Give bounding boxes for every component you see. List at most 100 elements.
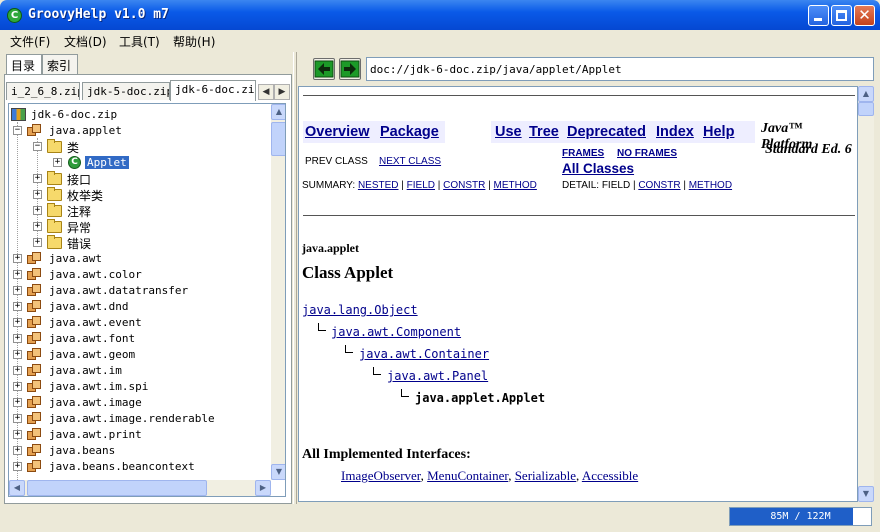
detail-constr-link[interactable]: CONSTR <box>638 180 680 191</box>
hierarchy-container-link[interactable]: java.awt.Container <box>359 347 489 361</box>
detail-method-link[interactable]: METHOD <box>689 180 732 191</box>
scroll-down-icon[interactable]: ▼ <box>271 464 285 480</box>
expand-icon[interactable]: + <box>13 286 22 295</box>
tree-package[interactable]: + java.awt.geom <box>9 347 271 363</box>
no-frames-link[interactable]: NO FRAMES <box>617 148 677 159</box>
tab-scroll-right-icon[interactable]: ▶ <box>274 84 290 100</box>
scroll-left-icon[interactable]: ◀ <box>9 480 25 496</box>
hierarchy-object-link[interactable]: java.lang.Object <box>302 303 418 317</box>
tree-vertical-scrollbar[interactable]: ▲ ▼ <box>271 104 285 480</box>
doc-tab-jdk6[interactable]: jdk-6-doc.zip <box>170 80 256 101</box>
expand-icon[interactable]: + <box>13 382 22 391</box>
expand-icon[interactable]: + <box>13 446 22 455</box>
menu-file[interactable]: 文件(F) <box>10 33 50 50</box>
summary-nested-link[interactable]: NESTED <box>358 180 399 191</box>
tab-contents[interactable]: 目录 <box>6 54 42 75</box>
nav-help-link[interactable]: Help <box>703 124 734 140</box>
scroll-up-icon[interactable]: ▲ <box>858 86 874 102</box>
tree-category-annotations[interactable]: + 注释 <box>9 203 271 219</box>
tree-package[interactable]: + java.awt.print <box>9 427 271 443</box>
expand-icon[interactable]: + <box>33 238 42 247</box>
summary-constr-link[interactable]: CONSTR <box>443 180 485 191</box>
scroll-down-icon[interactable]: ▼ <box>858 486 874 502</box>
nav-overview-link[interactable]: Overview <box>305 124 370 140</box>
nav-package-link[interactable]: Package <box>380 124 439 140</box>
collapse-icon[interactable]: − <box>13 126 22 135</box>
expand-icon[interactable]: + <box>13 430 22 439</box>
tree-root[interactable]: jdk-6-doc.zip <box>9 107 271 123</box>
interface-serializable-link[interactable]: Serializable <box>515 468 576 483</box>
forward-button[interactable] <box>339 58 361 80</box>
tree-package[interactable]: + java.awt.color <box>9 267 271 283</box>
tree-package[interactable]: + java.awt.dnd <box>9 299 271 315</box>
panel-splitter[interactable] <box>293 52 297 504</box>
tab-index[interactable]: 索引 <box>42 54 78 74</box>
nav-tree-link[interactable]: Tree <box>529 124 559 140</box>
tree-package[interactable]: + java.awt.font <box>9 331 271 347</box>
tree-category-interfaces[interactable]: + 接口 <box>9 171 271 187</box>
tree-category-exceptions[interactable]: + 异常 <box>9 219 271 235</box>
title-bar[interactable]: C GroovyHelp v1.0 m7 ✕ <box>0 0 880 30</box>
expand-icon[interactable]: + <box>13 414 22 423</box>
tree-package[interactable]: + java.awt.event <box>9 315 271 331</box>
interface-menucontainer-link[interactable]: MenuContainer <box>427 468 508 483</box>
tree-horizontal-scrollbar[interactable]: ◀ ▶ <box>9 480 271 496</box>
menu-document[interactable]: 文档(D) <box>64 33 107 50</box>
tree-package[interactable]: + java.awt <box>9 251 271 267</box>
summary-method-link[interactable]: METHOD <box>494 180 537 191</box>
expand-icon[interactable]: + <box>13 270 22 279</box>
package-tree[interactable]: jdk-6-doc.zip − java.applet − 类 + C Appl… <box>8 103 286 497</box>
tree-package[interactable]: + java.beans <box>9 443 271 459</box>
tree-package-expanded[interactable]: − java.applet <box>9 123 271 139</box>
menu-tools[interactable]: 工具(T) <box>119 33 160 50</box>
document-vertical-scrollbar[interactable]: ▲ ▼ <box>858 86 874 502</box>
tree-category-classes[interactable]: − 类 <box>9 139 271 155</box>
expand-icon[interactable]: + <box>13 366 22 375</box>
expand-icon[interactable]: + <box>33 174 42 183</box>
expand-icon[interactable]: + <box>13 254 22 263</box>
minimize-button[interactable] <box>808 5 829 26</box>
scrollbar-thumb[interactable] <box>27 480 207 496</box>
expand-icon[interactable]: + <box>13 334 22 343</box>
expand-icon[interactable]: + <box>13 350 22 359</box>
nav-index-link[interactable]: Index <box>656 124 694 140</box>
summary-field-link[interactable]: FIELD <box>407 180 435 191</box>
expand-icon[interactable]: + <box>33 190 42 199</box>
expand-icon[interactable]: + <box>13 318 22 327</box>
tree-package[interactable]: + java.beans.beancontext <box>9 459 271 475</box>
memory-indicator[interactable]: 85M / 122M <box>729 507 872 526</box>
expand-icon[interactable]: + <box>13 302 22 311</box>
tree-package[interactable]: + java.awt.im <box>9 363 271 379</box>
interface-accessible-link[interactable]: Accessible <box>582 468 638 483</box>
hierarchy-panel-link[interactable]: java.awt.Panel <box>387 369 488 383</box>
expand-icon[interactable]: + <box>53 158 62 167</box>
expand-icon[interactable]: + <box>33 222 42 231</box>
scroll-up-icon[interactable]: ▲ <box>271 104 285 120</box>
address-field[interactable]: doc://jdk-6-doc.zip/java/applet/Applet <box>366 57 874 81</box>
expand-icon[interactable]: + <box>13 462 22 471</box>
tree-category-errors[interactable]: + 错误 <box>9 235 271 251</box>
hierarchy-component-link[interactable]: java.awt.Component <box>331 325 461 339</box>
tree-package[interactable]: + java.awt.image <box>9 395 271 411</box>
tab-scroll-left-icon[interactable]: ◀ <box>258 84 274 100</box>
all-classes-link[interactable]: All Classes <box>562 161 634 176</box>
expand-icon[interactable]: + <box>13 398 22 407</box>
scroll-right-icon[interactable]: ▶ <box>255 480 271 496</box>
doc-tab-jdk5[interactable]: jdk-5-doc.zip <box>82 82 170 100</box>
next-class-link[interactable]: NEXT CLASS <box>379 156 441 167</box>
tree-package[interactable]: + java.awt.im.spi <box>9 379 271 395</box>
doc-tab-groovy[interactable]: i_2_6_8.zip <box>6 82 80 100</box>
scrollbar-thumb[interactable] <box>858 102 874 116</box>
tree-class-selected[interactable]: + C Applet <box>9 155 271 171</box>
tree-category-enums[interactable]: + 枚举类 <box>9 187 271 203</box>
back-button[interactable] <box>313 58 335 80</box>
collapse-icon[interactable]: − <box>33 142 42 151</box>
menu-help[interactable]: 帮助(H) <box>173 33 215 50</box>
nav-use-link[interactable]: Use <box>495 124 522 140</box>
tree-package[interactable]: + java.awt.datatransfer <box>9 283 271 299</box>
expand-icon[interactable]: + <box>33 206 42 215</box>
frames-link[interactable]: FRAMES <box>562 148 604 159</box>
nav-deprecated-link[interactable]: Deprecated <box>567 124 646 140</box>
maximize-button[interactable] <box>831 5 852 26</box>
tree-package[interactable]: + java.awt.image.renderable <box>9 411 271 427</box>
